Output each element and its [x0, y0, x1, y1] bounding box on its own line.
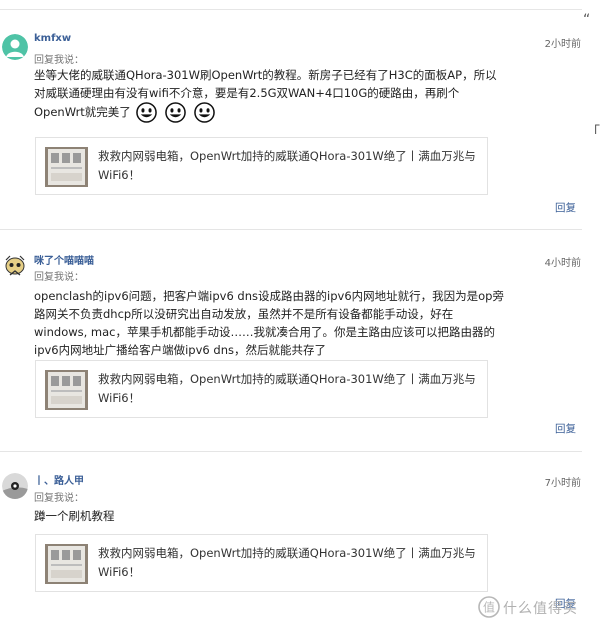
watermark-text: 什么值得买 — [503, 601, 578, 617]
linked-article-card[interactable]: 救救内网弱电箱，OpenWrt加持的威联通QHora-301W绝了丨满血万兆与W… — [35, 534, 488, 592]
comment-text: openclash的ipv6问题，把客户端ipv6 dns设成路由器的ipv6内… — [34, 289, 504, 357]
comment-timestamp: 4小时前 — [544, 258, 581, 269]
comment-username[interactable]: 丨、路人甲 — [34, 472, 84, 487]
reply-button[interactable]: 回复 — [555, 200, 576, 215]
comment-username[interactable]: 咪了个喵喵喵 — [34, 252, 94, 267]
router-thumbnail — [45, 147, 88, 187]
router-thumbnail — [45, 544, 88, 584]
comment-feed: kmfxw 回复我说： 2小时前 坐等大佬的威联通QHora-301W刷Open… — [0, 0, 600, 625]
grin-emoji-icon — [136, 102, 158, 123]
comment-body: 蹲一个刷机教程 — [34, 507, 504, 525]
card-title[interactable]: 救救内网弱电箱，OpenWrt加持的威联通QHora-301W绝了丨满血万兆与W… — [98, 370, 478, 408]
comment-text: 坐等大佬的威联通QHora-301W刷OpenWrt的教程。新房子已经有了H3C… — [34, 68, 497, 119]
comment-separator — [0, 229, 582, 230]
svg-text:值: 值 — [483, 600, 495, 615]
router-thumbnail — [45, 370, 88, 410]
top-divider — [0, 9, 582, 10]
linked-article-card[interactable]: 救救内网弱电箱，OpenWrt加持的威联通QHora-301W绝了丨满血万兆与W… — [35, 360, 488, 418]
site-watermark: 值 什么值得买 — [478, 596, 577, 618]
comment-timestamp: 7小时前 — [544, 478, 581, 489]
grin-emoji-icon — [165, 102, 186, 123]
card-title[interactable]: 救救内网弱电箱，OpenWrt加持的威联通QHora-301W绝了丨满血万兆与W… — [98, 147, 478, 185]
avatar[interactable] — [2, 254, 28, 280]
reply-hint: 回复我说： — [34, 55, 84, 66]
edge-glyph: 「 — [586, 125, 600, 141]
comment-separator — [0, 451, 582, 452]
avatar[interactable] — [2, 34, 28, 60]
card-title[interactable]: 救救内网弱电箱，OpenWrt加持的威联通QHora-301W绝了丨满血万兆与W… — [98, 544, 478, 582]
emoji-row — [136, 102, 218, 123]
comment-text: 蹲一个刷机教程 — [34, 509, 115, 523]
reply-button[interactable]: 回复 — [555, 421, 576, 436]
linked-article-card[interactable]: 救救内网弱电箱，OpenWrt加持的威联通QHora-301W绝了丨满血万兆与W… — [35, 137, 488, 195]
comment-body: openclash的ipv6问题，把客户端ipv6 dns设成路由器的ipv6内… — [34, 287, 504, 359]
comment-body: 坐等大佬的威联通QHora-301W刷OpenWrt的教程。新房子已经有了H3C… — [34, 66, 504, 123]
reply-hint: 回复我说： — [34, 272, 84, 283]
reply-hint: 回复我说： — [34, 493, 84, 504]
comment-timestamp: 2小时前 — [544, 39, 581, 50]
avatar[interactable] — [2, 473, 28, 499]
zdm-logo-icon: 值 — [478, 596, 500, 618]
grin-emoji-icon — [193, 102, 215, 123]
comment-username[interactable]: kmfxw — [34, 33, 71, 44]
right-gutter: “ 「 — [582, 0, 600, 625]
edge-glyph: “ — [583, 12, 591, 28]
